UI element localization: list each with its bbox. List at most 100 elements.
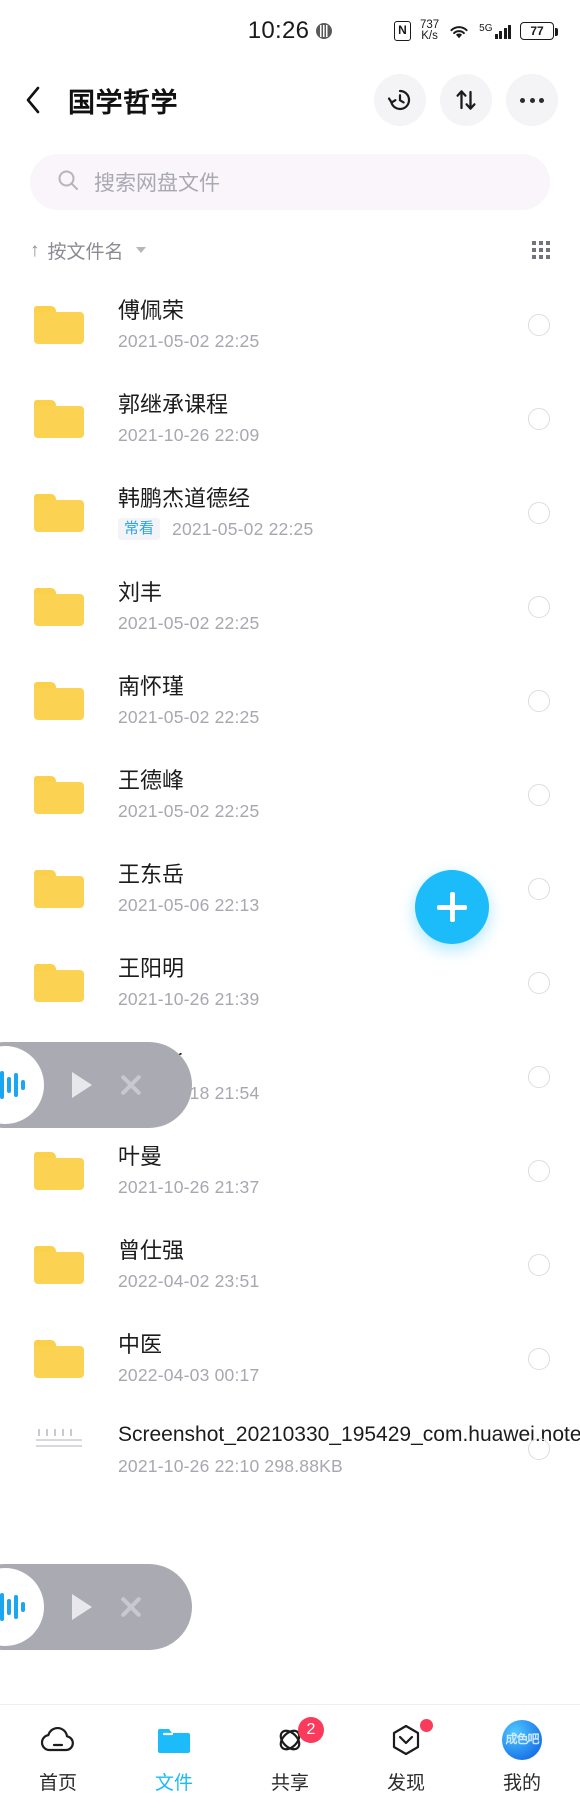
- table-row[interactable]: 王阳明 2021-10-26 21:39: [0, 936, 580, 1030]
- nav-label: 首页: [38, 1772, 77, 1794]
- network-speed-value: 737: [419, 18, 440, 31]
- grid-view-toggle[interactable]: [531, 240, 550, 260]
- sort-button[interactable]: ↑ 按文件名: [30, 237, 146, 264]
- row-checkbox[interactable]: [528, 878, 550, 900]
- file-name: Screenshot_20210330_195429_com.huawei.no…: [118, 1423, 580, 1446]
- table-row[interactable]: Screenshot_20210330_195429_com.huawei.no…: [0, 1406, 580, 1493]
- add-button[interactable]: [415, 870, 489, 944]
- search-input[interactable]: 搜索网盘文件: [30, 154, 550, 210]
- row-checkbox[interactable]: [528, 784, 550, 806]
- nav-label: 发现: [386, 1772, 425, 1794]
- file-name: 韩鹏杰道德经: [118, 485, 251, 511]
- nfc-icon: [393, 21, 411, 41]
- header-actions: [374, 74, 558, 126]
- table-row[interactable]: 傅佩荣 2021-05-02 22:25: [0, 278, 580, 372]
- row-checkbox[interactable]: [528, 1160, 550, 1182]
- folder-icon: [34, 1340, 88, 1378]
- cloud-icon: [38, 1721, 78, 1759]
- folder-icon: [34, 588, 88, 626]
- folder-icon: [34, 870, 88, 908]
- close-icon[interactable]: [118, 1594, 144, 1620]
- file-meta: 郭继承课程 2021-10-26 22:09: [88, 392, 518, 445]
- file-date: 2021-10-26 22:10 298.88KB: [118, 1455, 343, 1476]
- folder-icon: [34, 1246, 88, 1284]
- file-subline: 2021-10-26 21:37: [118, 1177, 518, 1198]
- table-row[interactable]: 南怀瑾 2021-05-02 22:25: [0, 654, 580, 748]
- file-subline: 2021-05-02 22:25: [118, 801, 518, 822]
- file-meta: 曾仕强 2022-04-02 23:51: [88, 1238, 518, 1291]
- file-subline: 2021-05-02 22:25: [118, 331, 518, 352]
- file-name: 中医: [118, 1332, 163, 1358]
- transfer-arrows-icon: [453, 86, 479, 114]
- table-row[interactable]: 叶曼 2021-10-26 21:37: [0, 1124, 580, 1218]
- play-icon[interactable]: [72, 1594, 92, 1620]
- table-row[interactable]: 王德峰 2021-05-02 22:25: [0, 748, 580, 842]
- audio-player-overlay[interactable]: [0, 1042, 192, 1128]
- transfer-button[interactable]: [440, 74, 492, 126]
- table-row[interactable]: 曾仕强 2022-04-02 23:51: [0, 1218, 580, 1312]
- signal-bars: [494, 24, 511, 39]
- row-checkbox[interactable]: [528, 1066, 550, 1088]
- row-checkbox[interactable]: [528, 1254, 550, 1276]
- nav-item-home[interactable]: 首页: [0, 1721, 116, 1795]
- discover-dot-badge: [420, 1718, 433, 1732]
- file-meta: 中医 2022-04-03 00:17: [88, 1332, 518, 1385]
- history-button[interactable]: [374, 74, 426, 126]
- row-checkbox[interactable]: [528, 972, 550, 994]
- nav-item-files[interactable]: 文件: [116, 1721, 232, 1795]
- row-checkbox[interactable]: [528, 314, 550, 336]
- share-icon: 2: [272, 1716, 324, 1759]
- sort-bar: ↑ 按文件名: [0, 222, 580, 278]
- file-subline: 2022-04-02 23:51: [118, 1271, 518, 1292]
- file-meta: 刘丰 2021-05-02 22:25: [88, 580, 518, 633]
- back-button[interactable]: [24, 80, 58, 120]
- table-row[interactable]: 王东岳 2021-05-06 22:13: [0, 842, 580, 936]
- app-header: 国学哲学: [0, 62, 580, 138]
- table-row[interactable]: 韩鹏杰道德经 常看 2021-05-02 22:25: [0, 466, 580, 560]
- audio-waveform-icon[interactable]: [0, 1568, 44, 1646]
- chevron-down-icon: [135, 247, 146, 253]
- more-dots-icon: [520, 97, 544, 103]
- battery-percent: 77: [530, 24, 544, 38]
- status-time: 10:26: [247, 17, 310, 44]
- audio-player-overlay[interactable]: [0, 1564, 192, 1650]
- close-icon[interactable]: [118, 1072, 144, 1098]
- file-name: 傅佩荣: [118, 298, 185, 324]
- file-date: 2021-05-06 22:13: [118, 894, 260, 915]
- bottom-navigation: 首页 文件 2 共享 发现 成色吧 我的: [0, 1704, 580, 1810]
- nav-label: 共享: [270, 1772, 309, 1794]
- more-options-button[interactable]: [506, 74, 558, 126]
- page-title: 国学哲学: [68, 87, 178, 118]
- audio-waveform-icon[interactable]: [0, 1046, 44, 1124]
- nav-item-discover[interactable]: 发现: [348, 1718, 464, 1795]
- file-name: 曾仕强: [118, 1238, 185, 1264]
- table-row[interactable]: 中医 2022-04-03 00:17: [0, 1312, 580, 1406]
- nav-item-profile[interactable]: 成色吧 我的: [464, 1719, 580, 1795]
- folder-icon: [34, 776, 88, 814]
- row-checkbox[interactable]: [528, 408, 550, 430]
- row-checkbox[interactable]: [528, 502, 550, 524]
- file-date: 2021-05-02 22:25: [118, 706, 260, 727]
- play-icon[interactable]: [72, 1072, 92, 1098]
- table-row[interactable]: 郭继承课程 2021-10-26 22:09: [0, 372, 580, 466]
- file-meta: Screenshot_20210330_195429_com.huawei.no…: [88, 1422, 580, 1477]
- folder-icon: [34, 682, 88, 720]
- row-checkbox[interactable]: [528, 1438, 550, 1461]
- folder-icon: [34, 400, 88, 438]
- row-checkbox[interactable]: [528, 1348, 550, 1370]
- search-section: 搜索网盘文件: [0, 138, 580, 210]
- row-checkbox[interactable]: [528, 596, 550, 618]
- sort-label: 按文件名: [47, 241, 124, 263]
- file-meta: 韩鹏杰道德经 常看 2021-05-02 22:25: [88, 485, 518, 541]
- share-badge: 2: [298, 1716, 324, 1743]
- nav-item-share[interactable]: 2 共享: [232, 1716, 348, 1795]
- cellular-signal-icon: 5G: [479, 23, 511, 39]
- image-file-icon: [34, 1429, 88, 1470]
- table-row[interactable]: 刘丰 2021-05-02 22:25: [0, 560, 580, 654]
- row-checkbox[interactable]: [528, 690, 550, 712]
- history-clock-icon: [386, 86, 414, 114]
- file-date: 2021-10-26 21:39: [118, 988, 260, 1009]
- nav-label: 我的: [502, 1772, 541, 1794]
- network-speed-unit: K/s: [421, 30, 438, 42]
- file-subline: 2022-04-03 00:17: [118, 1365, 518, 1386]
